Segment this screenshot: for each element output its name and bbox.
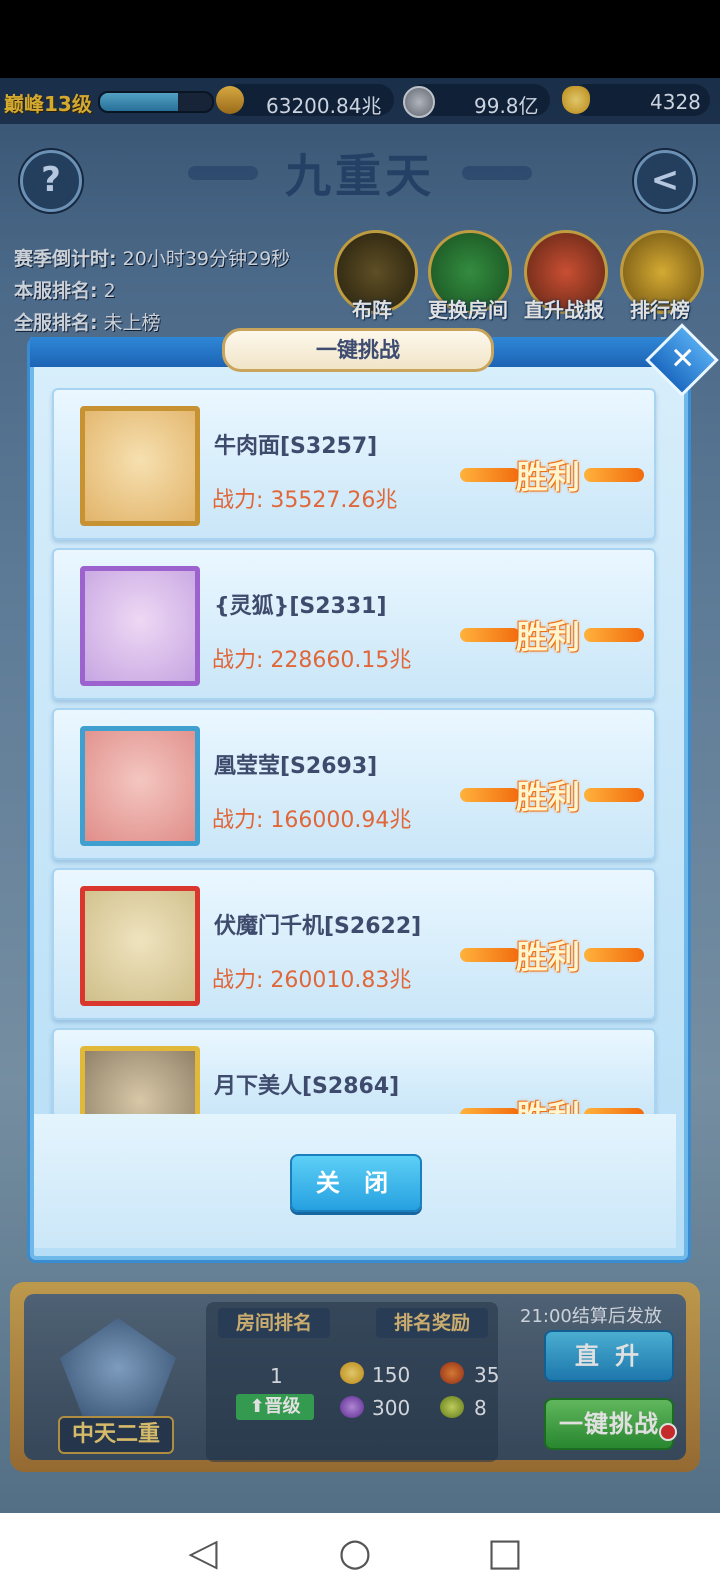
status-bar — [0, 0, 720, 78]
opponent-card[interactable]: {灵狐}[S2331] 战力: 228660.15兆 胜利 — [52, 548, 656, 700]
victory-label: 胜利 — [516, 458, 581, 496]
opponent-card[interactable]: 牛肉面[S3257] 战力: 35527.26兆 胜利 — [52, 388, 656, 540]
opponent-card[interactable]: 伏魔门千机[S2622] 战力: 260010.83兆 胜利 — [52, 868, 656, 1020]
nav-back-icon[interactable]: ◁ — [168, 1513, 238, 1591]
victory-label: 胜利 — [516, 938, 581, 976]
opponent-avatar — [80, 566, 200, 686]
nav-recents-icon[interactable]: □ — [470, 1513, 540, 1591]
close-button[interactable]: 关 闭 — [290, 1154, 422, 1212]
opponent-name: 牛肉面[S3257] — [214, 434, 378, 459]
victory-badge: 胜利 — [460, 768, 644, 820]
opponent-avatar — [80, 1046, 200, 1116]
opponent-avatar — [80, 406, 200, 526]
victory-swirl-left — [460, 468, 520, 482]
opponent-power: 战力: 228660.15兆 — [212, 642, 411, 674]
victory-swirl-left — [460, 788, 520, 802]
victory-label: 胜利 — [516, 618, 581, 656]
power-value: 166000.94兆 — [270, 808, 412, 833]
power-prefix: 战力: — [212, 968, 264, 993]
modal-title: 一键挑战 — [222, 328, 494, 372]
opponent-name: 月下美人[S2864] — [214, 1074, 400, 1099]
opponent-name: {灵狐}[S2331] — [214, 594, 387, 619]
victory-swirl-left — [460, 948, 520, 962]
opponent-avatar — [80, 886, 200, 1006]
power-prefix: 战力: — [212, 808, 264, 833]
victory-badge: 胜利 — [460, 608, 644, 660]
power-prefix: 战力: — [212, 488, 264, 513]
opponent-name: 伏魔门千机[S2622] — [214, 914, 422, 939]
opponent-name: 凰莹莹[S2693] — [214, 754, 378, 779]
power-prefix: 战力: — [212, 648, 264, 673]
opponent-card[interactable]: 凰莹莹[S2693] 战力: 166000.94兆 胜利 — [52, 708, 656, 860]
victory-badge: 胜利 — [460, 928, 644, 980]
power-value: 35527.26兆 — [270, 488, 398, 513]
opponent-power: 战力: 35527.26兆 — [212, 482, 397, 514]
nav-home-icon[interactable]: ○ — [320, 1513, 390, 1591]
victory-swirl-right — [584, 628, 644, 642]
victory-swirl-left — [460, 628, 520, 642]
victory-swirl-right — [584, 468, 644, 482]
victory-swirl-right — [584, 788, 644, 802]
opponent-card[interactable]: 月下美人[S2864] 胜利 — [52, 1028, 656, 1118]
victory-swirl-right — [584, 948, 644, 962]
opponent-power: 战力: 166000.94兆 — [212, 802, 411, 834]
opponent-avatar — [80, 726, 200, 846]
opponent-power: 战力: 260010.83兆 — [212, 962, 411, 994]
power-value: 260010.83兆 — [270, 968, 412, 993]
victory-label: 胜利 — [516, 778, 581, 816]
victory-badge: 胜利 — [460, 448, 644, 500]
power-value: 228660.15兆 — [270, 648, 412, 673]
